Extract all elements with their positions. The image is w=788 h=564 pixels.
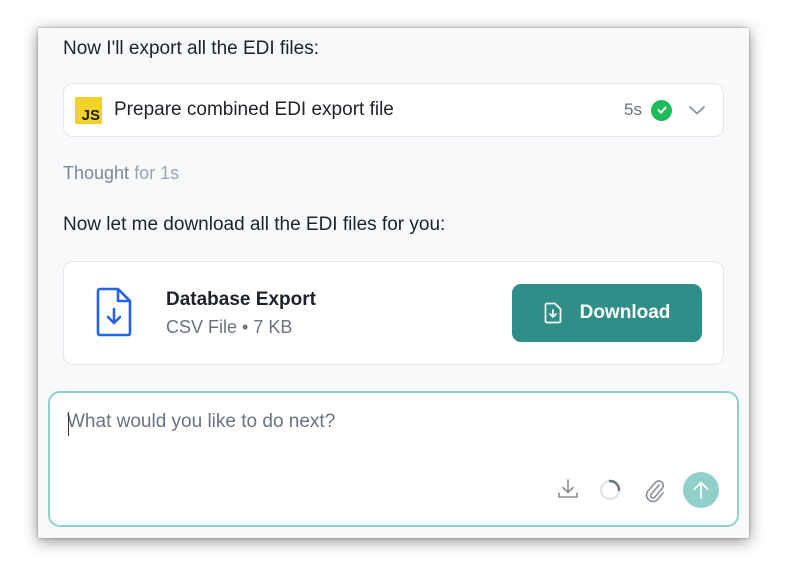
paperclip-icon[interactable] [642,477,666,503]
task-label: Prepare combined EDI export file [114,99,394,120]
message-input[interactable] [67,411,707,433]
thought-indicator[interactable]: Thought for 1s [63,163,179,184]
task-card[interactable]: JS Prepare combined EDI export file 5s [63,83,724,137]
chevron-down-icon[interactable] [688,104,706,116]
text-caret [68,412,69,436]
chat-panel: Now I'll export all the EDI files: JS Pr… [38,28,749,538]
download-icon[interactable] [556,477,580,501]
check-circle-icon [651,99,672,121]
thought-label: Thought [63,163,130,183]
task-duration: 5s [624,100,642,119]
download-button[interactable]: Download [512,284,702,342]
thought-duration: for 1s [134,163,180,183]
send-arrow-icon [693,481,709,499]
js-badge-text: JS [81,106,100,124]
file-card: Database Export CSV File • 7 KB Download [63,261,724,365]
download-intro-text: Now let me download all the EDI files fo… [63,214,446,235]
download-button-label: Download [579,302,671,323]
file-download-small-icon [544,302,561,324]
file-download-icon [94,286,134,343]
file-meta: CSV File • 7 KB [166,317,293,337]
file-name: Database Export [166,289,316,310]
export-intro-text: Now I'll export all the EDI files: [63,38,319,59]
composer [48,391,739,527]
spinner-icon [599,479,621,501]
js-file-icon: JS [75,96,102,124]
send-button[interactable] [683,472,719,508]
